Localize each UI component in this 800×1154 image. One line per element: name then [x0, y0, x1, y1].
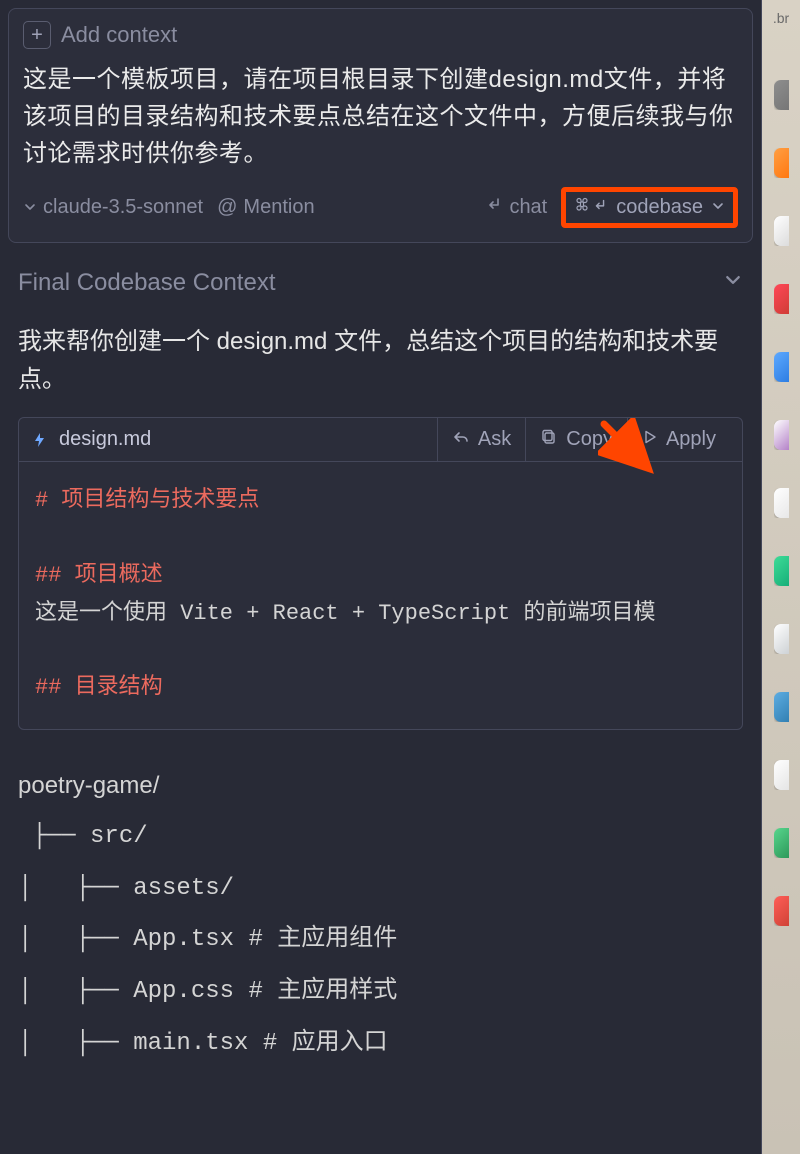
plus-icon: + [31, 25, 43, 45]
app-icon-10[interactable] [774, 692, 800, 722]
tree-line: poetry-game/ [18, 760, 743, 812]
app-icon-5[interactable] [774, 352, 800, 382]
copy-button[interactable]: Copy [525, 418, 627, 461]
user-message-card: + Add context 这是一个模板项目，请在项目根目录下创建design.… [8, 8, 753, 243]
at-icon: @ [217, 196, 237, 219]
command-icon [574, 196, 590, 219]
reply-icon [452, 428, 470, 452]
app-icon-13[interactable] [774, 896, 800, 926]
app-icon-9[interactable] [774, 624, 800, 654]
enter-icon [485, 195, 503, 219]
chevron-down-icon-3 [723, 270, 743, 295]
code-block-header: design.md Ask Copy [19, 418, 742, 462]
model-name: claude-3.5-sonnet [43, 196, 203, 219]
add-context-button[interactable]: + [23, 21, 51, 49]
code-block-body: # 项目结构与技术要点 ## 项目概述这是一个使用 Vite + React +… [19, 462, 742, 728]
app-icon-8[interactable] [774, 556, 800, 586]
code-block-filename: design.md [59, 428, 151, 451]
chevron-down-icon [23, 200, 37, 214]
add-context-label[interactable]: Add context [61, 22, 177, 48]
app-icon-2[interactable] [774, 148, 800, 178]
dock-partial-text: .br [773, 10, 789, 26]
copy-icon [540, 428, 558, 452]
code-line: ## 项目概述 [35, 557, 726, 594]
apply-label: Apply [666, 428, 716, 451]
directory-tree: poetry-game/ ├── src/│ ├── assets/│ ├── … [0, 730, 761, 1070]
app-icon-12[interactable] [774, 828, 800, 858]
app-icon-3[interactable] [774, 216, 800, 246]
play-icon [642, 428, 658, 451]
context-section-header[interactable]: Final Codebase Context [0, 243, 761, 303]
mention-button[interactable]: @ Mention [217, 196, 314, 219]
chevron-down-icon-2 [711, 196, 725, 219]
code-line: ## 目录结构 [35, 669, 726, 706]
user-message-text: 这是一个模板项目，请在项目根目录下创建design.md文件，并将该项目的目录结… [23, 61, 738, 173]
chat-submit-option[interactable]: chat [485, 195, 547, 219]
code-line: 这是一个使用 Vite + React + TypeScript 的前端项目模 [35, 595, 726, 632]
copy-label: Copy [566, 428, 613, 451]
app-icon-6[interactable] [774, 420, 800, 450]
tree-line: │ ├── assets/ [18, 863, 743, 915]
codebase-label: codebase [616, 196, 703, 219]
app-icon-7[interactable] [774, 488, 800, 518]
app-icon-1[interactable] [774, 80, 800, 110]
ask-button[interactable]: Ask [437, 418, 525, 461]
macos-dock-partial: .br [762, 0, 800, 1154]
code-block-actions: Ask Copy Apply [437, 418, 730, 461]
cmd-enter-icon [574, 196, 608, 219]
add-context-row: + Add context [23, 21, 738, 49]
code-block: design.md Ask Copy [18, 417, 743, 729]
codebase-submit-option[interactable]: codebase [561, 187, 738, 228]
code-line [35, 520, 726, 557]
app-icon-4[interactable] [774, 284, 800, 314]
ask-label: Ask [478, 428, 511, 451]
markdown-file-icon [31, 431, 49, 449]
enter-icon-2 [592, 196, 608, 219]
tree-line: │ ├── main.tsx # 应用入口 [18, 1018, 743, 1070]
code-line: # 项目结构与技术要点 [35, 482, 726, 519]
model-selector[interactable]: claude-3.5-sonnet [23, 196, 203, 219]
mention-label: Mention [243, 196, 314, 219]
code-line [35, 632, 726, 669]
app-icon-11[interactable] [774, 760, 800, 790]
user-card-footer: claude-3.5-sonnet @ Mention chat [23, 187, 738, 228]
context-section-title: Final Codebase Context [18, 269, 275, 297]
assistant-intro-text: 我来帮你创建一个 design.md 文件，总结这个项目的结构和技术要点。 [0, 303, 761, 418]
tree-line: │ ├── App.tsx # 主应用组件 [18, 914, 743, 966]
apply-button[interactable]: Apply [627, 418, 730, 461]
tree-line: │ ├── App.css # 主应用样式 [18, 966, 743, 1018]
chat-label: chat [509, 196, 547, 219]
chat-panel: + Add context 这是一个模板项目，请在项目根目录下创建design.… [0, 0, 762, 1154]
tree-line: ├── src/ [18, 811, 743, 863]
